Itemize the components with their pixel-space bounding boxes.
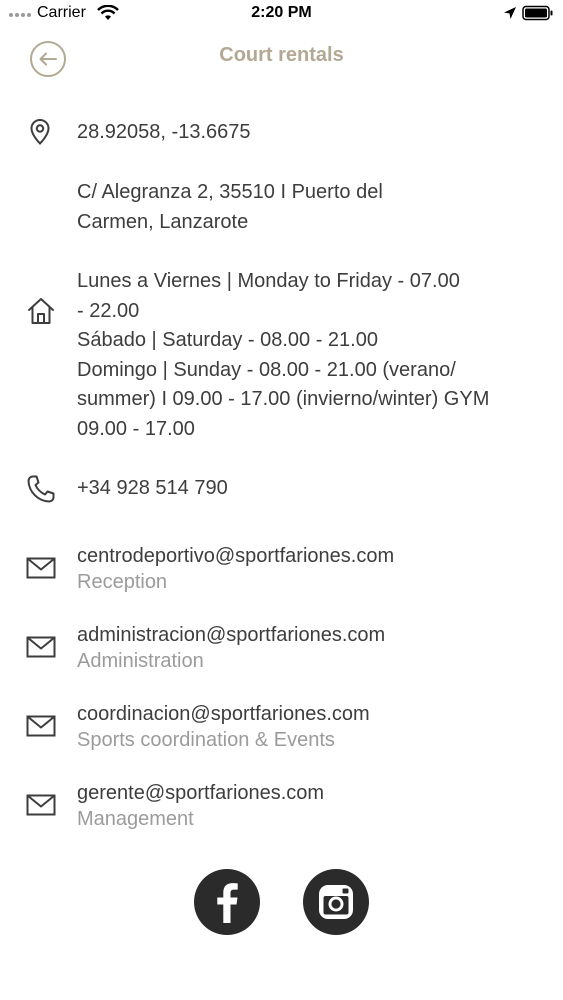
phone-text: +34 928 514 790	[77, 477, 228, 499]
hours-line: summer) I 09.00 - 17.00 (invierno/winter…	[77, 388, 490, 410]
email-text: administracion@sportfariones.com Adminis…	[77, 622, 547, 674]
map-pin-icon	[30, 118, 50, 145]
address-text: C/ Alegranza 2, 35510 I Puerto del Carme…	[77, 178, 547, 237]
email-address: centrodeportivo@sportfariones.com	[77, 545, 395, 567]
instagram-button[interactable]	[303, 869, 369, 935]
clock: 2:20 PM	[251, 4, 312, 21]
mail-icon	[26, 636, 56, 658]
email-address: gerente@sportfariones.com	[77, 782, 325, 804]
mail-icon	[26, 794, 56, 816]
home-icon	[28, 298, 54, 324]
email-address: administracion@sportfariones.com	[77, 624, 386, 646]
email-text: gerente@sportfariones.com Management	[77, 780, 547, 832]
address-line: C/ Alegranza 2, 35510 I Puerto del	[77, 181, 383, 203]
email-label: Reception	[77, 571, 168, 593]
phone-icon	[27, 475, 55, 503]
hours-text: Lunes a Viernes | Monday to Friday - 07.…	[77, 267, 547, 444]
mail-icon	[26, 715, 56, 737]
status-bar: Carrier 2:20 PM	[0, 0, 563, 28]
facebook-button[interactable]	[194, 869, 260, 935]
email-text: coordinacion@sportfariones.com Sports co…	[77, 701, 547, 753]
hours-line: Sábado | Saturday - 08.00 - 21.00	[77, 329, 378, 351]
email-address: coordinacion@sportfariones.com	[77, 703, 370, 725]
instagram-icon	[319, 885, 353, 919]
hours-line: - 22.00	[77, 299, 140, 322]
coordinates-text: 28.92058, -13.6675	[77, 121, 251, 143]
nav-header: Court rentals	[0, 36, 563, 84]
address-line: Carmen, Lanzarote	[77, 210, 249, 233]
location-arrow-icon	[504, 7, 516, 19]
email-text: centrodeportivo@sportfariones.com Recept…	[77, 543, 547, 595]
email-label: Administration	[77, 650, 204, 672]
page-title: Court rentals	[219, 44, 344, 66]
mail-icon	[26, 557, 56, 579]
hours-line: Lunes a Viernes | Monday to Friday - 07.…	[77, 270, 460, 292]
hours-line: Domingo | Sunday - 08.00 - 21.00 (verano…	[77, 358, 456, 381]
facebook-icon	[217, 883, 238, 923]
email-label: Management	[77, 808, 194, 830]
email-label: Sports coordination & Events	[77, 729, 335, 751]
battery-icon	[522, 5, 553, 21]
hours-line: 09.00 - 17.00	[77, 417, 195, 440]
